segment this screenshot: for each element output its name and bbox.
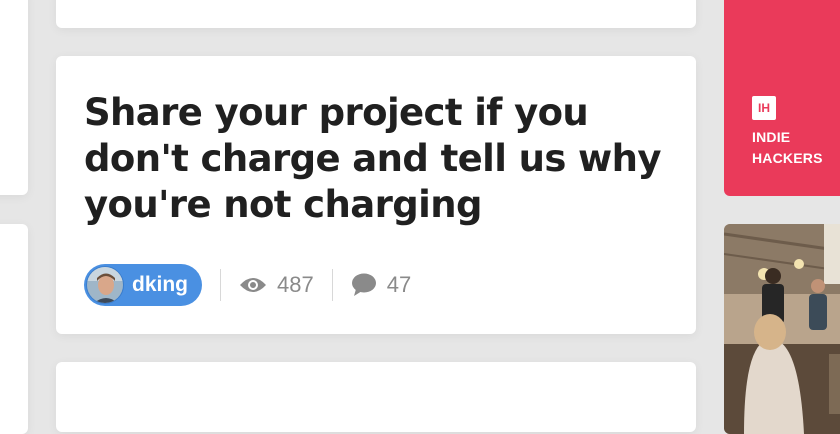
brand-name-line-1: INDIE	[752, 129, 791, 145]
comment-icon	[351, 273, 376, 296]
author-link[interactable]: dking	[84, 264, 202, 306]
post-title[interactable]: Share your project if you don't charge a…	[84, 90, 674, 228]
post-card[interactable]: Share your project if you don't charge a…	[56, 56, 696, 334]
views-stat: 487	[239, 272, 314, 298]
author-name: dking	[132, 273, 188, 296]
post-card-above[interactable]	[56, 0, 696, 28]
left-card-top[interactable]	[0, 0, 28, 195]
avatar	[86, 266, 124, 304]
comments-count: 47	[386, 272, 412, 297]
cafe-photo[interactable]	[724, 224, 840, 434]
left-card-bottom[interactable]	[0, 224, 28, 434]
meta-divider	[331, 269, 333, 301]
meta-divider	[220, 269, 221, 301]
brand-name-line-2: HACKERS	[752, 150, 823, 166]
views-count: 487	[277, 272, 314, 297]
eye-icon	[240, 278, 266, 292]
post-meta: dking 487 47	[84, 264, 411, 306]
post-card-below[interactable]	[56, 362, 696, 432]
ih-logo-icon: IH	[752, 96, 776, 120]
comments-stat[interactable]: 47	[351, 272, 411, 298]
indie-hackers-tile[interactable]: IH INDIE HACKERS	[724, 0, 840, 196]
